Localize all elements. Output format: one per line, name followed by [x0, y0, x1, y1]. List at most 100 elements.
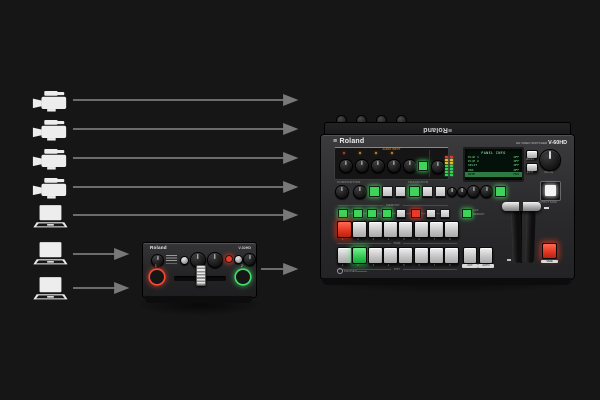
pst-button-6[interactable]: [413, 247, 429, 264]
laptop-2-icon: [31, 241, 69, 266]
phones-jack-icon: [337, 268, 343, 274]
tbar-arm-right: [525, 210, 536, 264]
camera-2-icon: [31, 117, 69, 142]
phones-line: [357, 270, 367, 272]
effects-b-knob[interactable]: [207, 252, 223, 268]
pgm-button-7[interactable]: [428, 221, 444, 238]
memory-button-7[interactable]: [425, 209, 436, 218]
pgm-bus-label: PGM: [337, 241, 457, 245]
channel-1-button[interactable]: 1: [150, 264, 164, 284]
laptop-1-icon: [31, 204, 69, 229]
composition-knob-1[interactable]: [335, 185, 349, 199]
aux-button[interactable]: [462, 209, 472, 218]
output-fade-mini-button[interactable]: [225, 255, 233, 263]
audio-input-knob-5[interactable]: [403, 159, 417, 173]
effect-button-6[interactable]: [435, 186, 446, 197]
output-meter-right: [449, 154, 453, 176]
cut-button-label: CUT: [462, 264, 478, 268]
channel-2-button[interactable]: 2: [236, 264, 250, 284]
tbar-scale-mark-top: [544, 207, 549, 209]
meter-segment-1: [449, 174, 453, 176]
effect-button-4[interactable]: [409, 186, 420, 197]
pgm-button-6[interactable]: [413, 221, 429, 238]
audio-input-knob-2[interactable]: [355, 159, 369, 173]
audio-effects-button[interactable]: [418, 161, 428, 171]
pst-button-5[interactable]: [398, 247, 414, 264]
memory-button-5[interactable]: [396, 209, 407, 218]
exit-button-label: EXIT: [527, 171, 534, 174]
video-fader-tbar[interactable]: [196, 265, 206, 286]
audio-input-knob-4[interactable]: [387, 159, 401, 173]
value-knob[interactable]: [539, 149, 561, 171]
memory-knob[interactable]: [151, 254, 164, 267]
sub-model-label: V-02HD: [238, 245, 251, 250]
memory-button-3[interactable]: [367, 209, 378, 218]
pgm-button-5[interactable]: [398, 221, 414, 238]
meter-segment-7: [444, 156, 448, 158]
auto-button[interactable]: [479, 247, 493, 264]
mix-knob-1[interactable]: [447, 187, 457, 197]
meter-segment-3: [444, 168, 448, 170]
channel-1-label: 1: [155, 264, 157, 268]
transition-mode-button[interactable]: [495, 186, 506, 197]
memory-button-2[interactable]: [352, 209, 363, 218]
output-knob[interactable]: [243, 253, 256, 266]
tbar-scale-mark-bottom: [507, 259, 511, 261]
aux-memory-label: MEMORY: [473, 212, 485, 216]
memory-button-8[interactable]: [440, 209, 451, 218]
transition-tbar-handle[interactable]: [502, 202, 541, 211]
memory-section-label: MEMORY: [338, 203, 448, 207]
pgm-button-3[interactable]: [367, 221, 383, 238]
pgm-button-1[interactable]: [337, 221, 352, 238]
effects-a-mini-knob[interactable]: [180, 256, 189, 265]
meter-segment-5: [444, 162, 448, 164]
time-knob-1[interactable]: [467, 185, 480, 198]
meter-segment-1: [444, 174, 448, 176]
pst-button-3[interactable]: [367, 247, 383, 264]
effect-button-2[interactable]: [382, 186, 393, 197]
effect-button-3[interactable]: [395, 186, 406, 197]
pgm-button-2[interactable]: [352, 221, 368, 238]
memory-button-4[interactable]: [381, 209, 392, 218]
output-fade-frame: [540, 181, 561, 201]
pst-button-1[interactable]: [337, 247, 352, 264]
sub-switcher-panel: Roland V-02HD 1 2: [142, 242, 257, 298]
value-knob-label: VALUE: [544, 171, 554, 174]
pst-button-7[interactable]: [428, 247, 444, 264]
audio-input-knob-3[interactable]: [371, 159, 385, 173]
take-button[interactable]: [542, 243, 557, 259]
main-switcher-front-edge: [322, 278, 571, 285]
meter-segment-6: [449, 159, 453, 161]
main-out-level-knob[interactable]: [431, 160, 445, 174]
pgm-button-8[interactable]: [444, 221, 460, 238]
effect-button-5[interactable]: [422, 186, 433, 197]
pgm-button-4[interactable]: [382, 221, 398, 238]
effect-button-1[interactable]: [369, 186, 380, 197]
audio-led-2: [359, 152, 362, 155]
output-fade-button[interactable]: [544, 185, 556, 196]
audio-mini-knob[interactable]: [234, 255, 243, 264]
cut-button[interactable]: [463, 247, 477, 264]
audio-led-3: [375, 152, 378, 155]
camera-4-icon: [31, 175, 69, 200]
composition-section-label: COMPOSITION: [337, 180, 361, 184]
pst-button-2[interactable]: [352, 247, 368, 264]
composition-knob-2[interactable]: [353, 185, 367, 199]
audio-section-panel: AUDIO INPUT: [334, 147, 453, 180]
pst-button-4[interactable]: [382, 247, 398, 264]
time-knob-2[interactable]: [480, 185, 493, 198]
memory-button-6[interactable]: [411, 209, 421, 218]
sub-switcher-front-edge: [145, 296, 252, 303]
memory-button-1[interactable]: [338, 209, 348, 218]
audio-input-knob-1[interactable]: [339, 159, 353, 173]
pst-button-8[interactable]: [444, 247, 460, 264]
rear-brand-logo: ≡Roland: [423, 126, 453, 133]
sub-brand-logo: Roland: [150, 245, 167, 250]
meter-segment-7: [449, 156, 453, 158]
channel-2-label: 2: [241, 264, 243, 268]
lcd-menu-rows: PinP 1 OFF PinP 2 OFF SPLIT OFF DSK OFF WIPE MIX: [465, 155, 522, 177]
lcd-row-label: WIPE: [468, 172, 476, 177]
meter-segment-4: [444, 165, 448, 167]
meter-segment-2: [444, 171, 448, 173]
mix-knob-2[interactable]: [457, 187, 467, 197]
